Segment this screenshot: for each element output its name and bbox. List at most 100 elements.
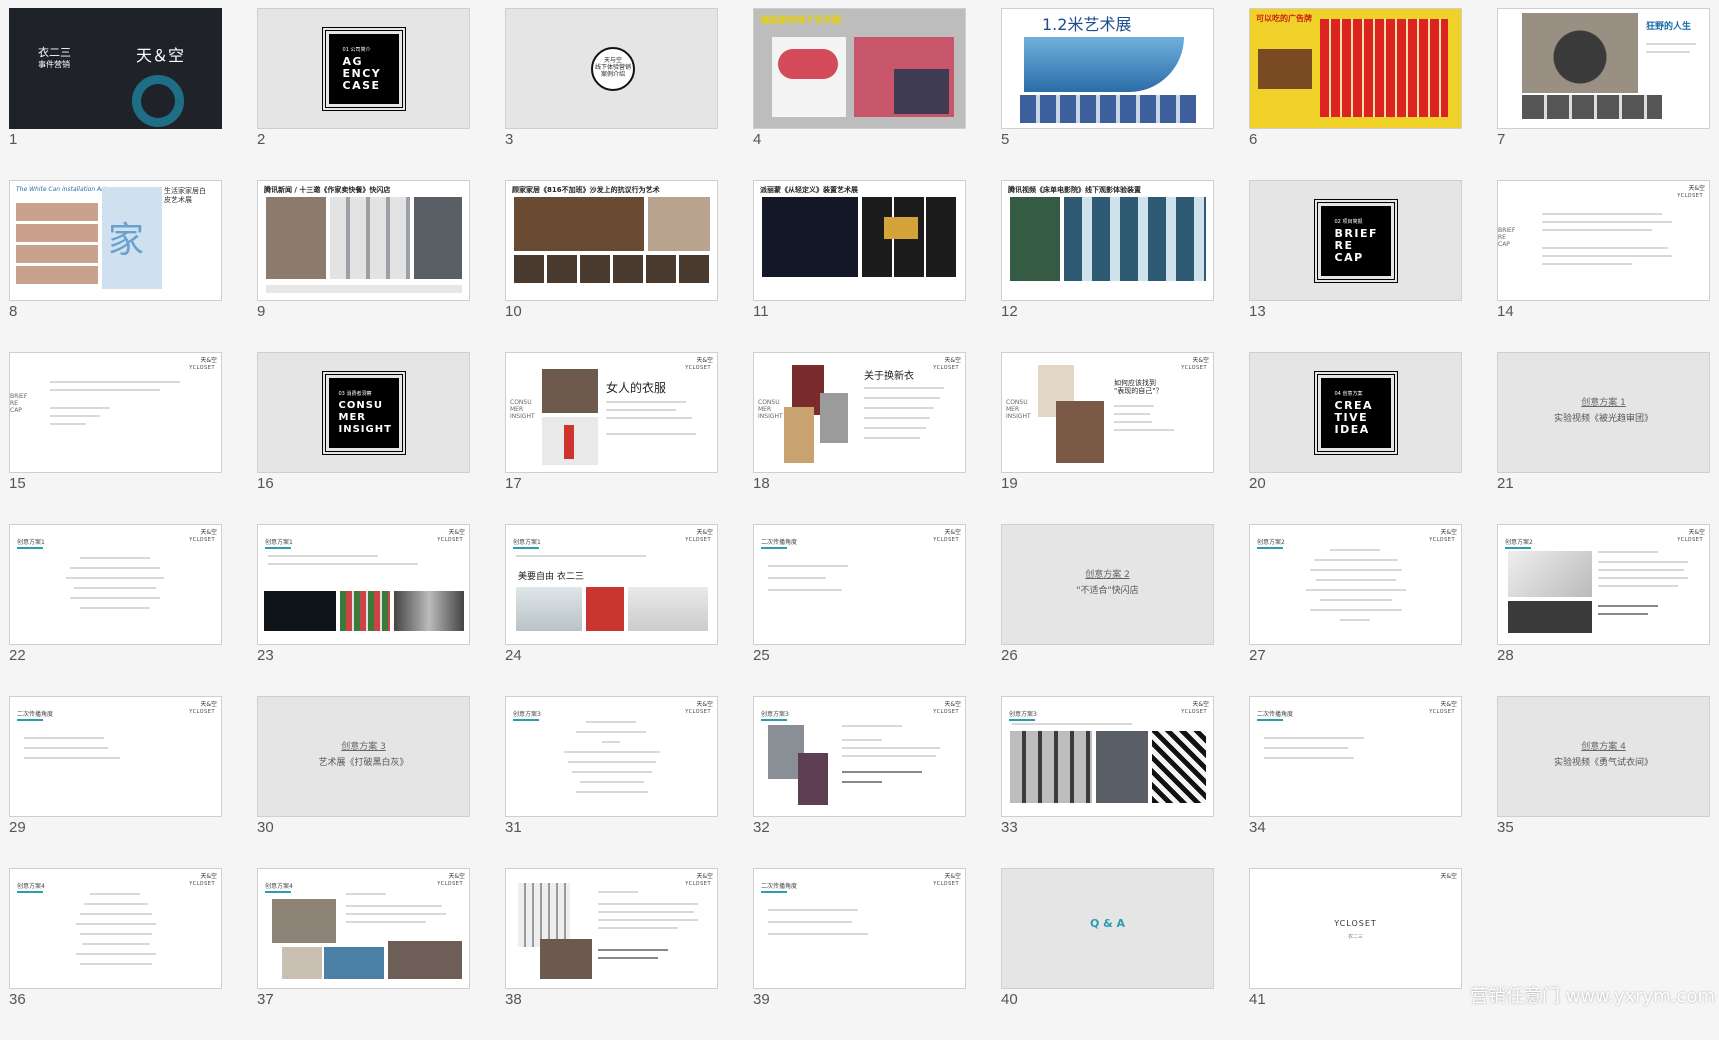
ring-logo-icon bbox=[132, 75, 184, 127]
slide-thumbnail-33[interactable]: 天&空 YCLOSET 创意方案3 bbox=[1001, 696, 1214, 817]
slide-thumbnail-31[interactable]: 天&空 YCLOSET 创意方案3 bbox=[505, 696, 718, 817]
text-line bbox=[1264, 757, 1354, 759]
slide-number-13: 13 bbox=[1249, 303, 1266, 320]
text-line bbox=[1340, 619, 1370, 621]
text-line bbox=[66, 577, 164, 579]
idea-link[interactable]: 创意方案 1 bbox=[1498, 395, 1709, 408]
slide-thumbnail-15[interactable]: 天&空 YCLOSET BRIEF RE CAP bbox=[9, 352, 222, 473]
slide-thumbnail-11[interactable]: 派丽蒙《从轻定义》装置艺术展 bbox=[753, 180, 966, 301]
slide-4-title: 海街家的地下艺术展 bbox=[760, 16, 842, 26]
slide-thumbnail-30[interactable]: 创意方案 3 艺术展《打破黑白灰》 bbox=[257, 696, 470, 817]
slide-header: 创意方案4 bbox=[265, 883, 293, 890]
slide-thumbnail-41[interactable]: 天&空 YCLOSET 衣二三 bbox=[1249, 868, 1462, 989]
slide-thumbnail-3[interactable]: 天与空 线下体验营销 案例介绍 bbox=[505, 8, 718, 129]
photo bbox=[1056, 401, 1104, 463]
slide-thumbnail-6[interactable]: 可以吃的广告牌 bbox=[1249, 8, 1462, 129]
slide-thumbnail-1[interactable]: 衣二三 事件营销 天＆空 bbox=[9, 8, 222, 129]
section-emblem: 02 项目简报 BRIEF RE CAP bbox=[1320, 205, 1391, 276]
photo bbox=[340, 591, 390, 631]
slide-1-right-text: 天＆空 bbox=[136, 46, 185, 65]
text-line bbox=[1542, 213, 1662, 215]
slide-thumbnail-18[interactable]: 天&空 YCLOSET CONSU MER INSIGHT 关于换新衣 bbox=[753, 352, 966, 473]
slide-number-9: 9 bbox=[257, 303, 266, 320]
slide-thumbnail-22[interactable]: 天&空 YCLOSET 创意方案1 bbox=[9, 524, 222, 645]
text-line bbox=[70, 597, 160, 599]
slide-number-1: 1 bbox=[9, 131, 18, 148]
text-line bbox=[1542, 221, 1672, 223]
circle-badge-text: 天与空 线下体验营销 案例介绍 bbox=[594, 57, 631, 78]
slide-thumbnail-25[interactable]: 天&空 YCLOSET 二次传播角度 bbox=[753, 524, 966, 645]
slide-thumbnail-9[interactable]: 腾讯新闻 / 十三邀《作家卖快餐》快闪店 bbox=[257, 180, 470, 301]
photo bbox=[388, 941, 462, 979]
slide-number-15: 15 bbox=[9, 475, 26, 492]
slide-cell-16: 03 消费者洞察 CONSU MER INSIGHT 16 bbox=[257, 352, 470, 524]
slide-thumbnail-19[interactable]: 天&空 YCLOSET CONSU MER INSIGHT 如何应该找到 "表现… bbox=[1001, 352, 1214, 473]
text-line bbox=[842, 725, 902, 727]
yc-tag: YCLOSET bbox=[189, 365, 215, 371]
slide-thumbnail-26[interactable]: 创意方案 2 "不适合"快闪店 bbox=[1001, 524, 1214, 645]
slide-thumbnail-35[interactable]: 创意方案 4 实验视频《勇气试衣间》 bbox=[1497, 696, 1710, 817]
slide-thumbnail-7[interactable]: 狂野的人生 bbox=[1497, 8, 1710, 129]
header-underline bbox=[265, 891, 291, 893]
slide-header: 创意方案1 bbox=[265, 539, 293, 546]
slide-thumbnail-34[interactable]: 天&空 YCLOSET 二次传播角度 bbox=[1249, 696, 1462, 817]
slide-number-24: 24 bbox=[505, 647, 522, 664]
slide-cell-5: 1.2米艺术展 5 bbox=[1001, 8, 1214, 180]
text-line bbox=[842, 739, 882, 741]
slide-thumbnail-5[interactable]: 1.2米艺术展 bbox=[1001, 8, 1214, 129]
slide-thumbnail-32[interactable]: 天&空 YCLOSET 创意方案3 bbox=[753, 696, 966, 817]
slide-thumbnail-12[interactable]: 腾讯视频《床单电影院》线下观影体验装置 bbox=[1001, 180, 1214, 301]
slide-thumbnail-21[interactable]: 创意方案 1 实验视频《被光趋审团》 bbox=[1497, 352, 1710, 473]
header-underline bbox=[17, 547, 43, 549]
slide-thumbnail-23[interactable]: 天&空 YCLOSET 创意方案1 bbox=[257, 524, 470, 645]
photo bbox=[516, 587, 582, 631]
slide-thumbnail-24[interactable]: 天&空 YCLOSET 创意方案1 美要自由 衣二三 bbox=[505, 524, 718, 645]
text-line bbox=[346, 905, 442, 907]
slide-thumbnail-40[interactable]: Q & A bbox=[1001, 868, 1214, 989]
slide-thumbnail-28[interactable]: 天&空 YCLOSET 创意方案2 bbox=[1497, 524, 1710, 645]
slide-thumbnail-14[interactable]: 天&空 YCLOSET BRIEF RE CAP bbox=[1497, 180, 1710, 301]
slide-number-34: 34 bbox=[1249, 819, 1266, 836]
idea-link[interactable]: 创意方案 4 bbox=[1498, 739, 1709, 752]
slide-thumbnail-39[interactable]: 天&空 YCLOSET 二次传播角度 bbox=[753, 868, 966, 989]
text-line bbox=[50, 407, 110, 409]
brand-tag: 天&空 bbox=[200, 357, 217, 364]
header-underline bbox=[17, 719, 43, 721]
slide-thumbnail-36[interactable]: 天&空 YCLOSET 创意方案4 bbox=[9, 868, 222, 989]
brand-tag: 天&空 bbox=[944, 529, 961, 536]
brand-tag: 天&空 bbox=[1440, 873, 1457, 880]
slide-number-19: 19 bbox=[1001, 475, 1018, 492]
slide-8-title: The White Can installation Art bbox=[16, 186, 106, 193]
emblem-title: CONSU MER INSIGHT bbox=[338, 399, 392, 435]
text-line bbox=[768, 909, 858, 911]
slide-number-20: 20 bbox=[1249, 475, 1266, 492]
idea-link[interactable]: 创意方案 2 bbox=[1002, 567, 1213, 580]
slide-thumbnail-13[interactable]: 02 项目简报 BRIEF RE CAP bbox=[1249, 180, 1462, 301]
slide-cell-33: 天&空 YCLOSET 创意方案3 33 bbox=[1001, 696, 1214, 868]
slide-thumbnail-2[interactable]: 01 公司简介 AG ENCY CASE bbox=[257, 8, 470, 129]
slide-thumbnail-27[interactable]: 天&空 YCLOSET 创意方案2 bbox=[1249, 524, 1462, 645]
slide-thumbnail-37[interactable]: 天&空 YCLOSET 创意方案4 bbox=[257, 868, 470, 989]
slide-thumbnail-16[interactable]: 03 消费者洞察 CONSU MER INSIGHT bbox=[257, 352, 470, 473]
slide-6-title: 可以吃的广告牌 bbox=[1256, 14, 1312, 23]
slide-thumbnail-29[interactable]: 天&空 YCLOSET 二次传播角度 bbox=[9, 696, 222, 817]
text-line bbox=[598, 903, 698, 905]
header-underline bbox=[761, 891, 787, 893]
slide-cell-18: 天&空 YCLOSET CONSU MER INSIGHT 关于换新衣 18 bbox=[753, 352, 966, 524]
slide-header: 创意方案1 bbox=[513, 539, 541, 546]
slide-thumbnail-17[interactable]: 天&空 YCLOSET CONSU MER INSIGHT 女人的衣服 bbox=[505, 352, 718, 473]
header-underline bbox=[761, 547, 787, 549]
idea-link[interactable]: 创意方案 3 bbox=[258, 739, 469, 752]
slide-thumbnail-20[interactable]: 04 创意方案 CREA TIVE IDEA bbox=[1249, 352, 1462, 473]
slide-thumbnail-38[interactable]: 天&空 YCLOSET bbox=[505, 868, 718, 989]
slide-thumbnail-8[interactable]: The White Can installation Art 家 生活家家居白皮… bbox=[9, 180, 222, 301]
slide-thumbnail-4[interactable]: 海街家的地下艺术展 bbox=[753, 8, 966, 129]
brand-tag: 天&空 bbox=[696, 529, 713, 536]
slide-cell-14: 天&空 YCLOSET BRIEF RE CAP 14 bbox=[1497, 180, 1710, 352]
slide-thumbnail-10[interactable]: 顾家家居《816不加班》沙发上的抗议行为艺术 bbox=[505, 180, 718, 301]
brand-tag: 天&空 bbox=[1440, 529, 1457, 536]
brand-tag: 天&空 bbox=[944, 873, 961, 880]
slide-header: 二次传播角度 bbox=[17, 711, 54, 718]
slide-8-glyph: 家 bbox=[108, 220, 145, 261]
slide-1-left-text: 衣二三 bbox=[38, 46, 71, 59]
